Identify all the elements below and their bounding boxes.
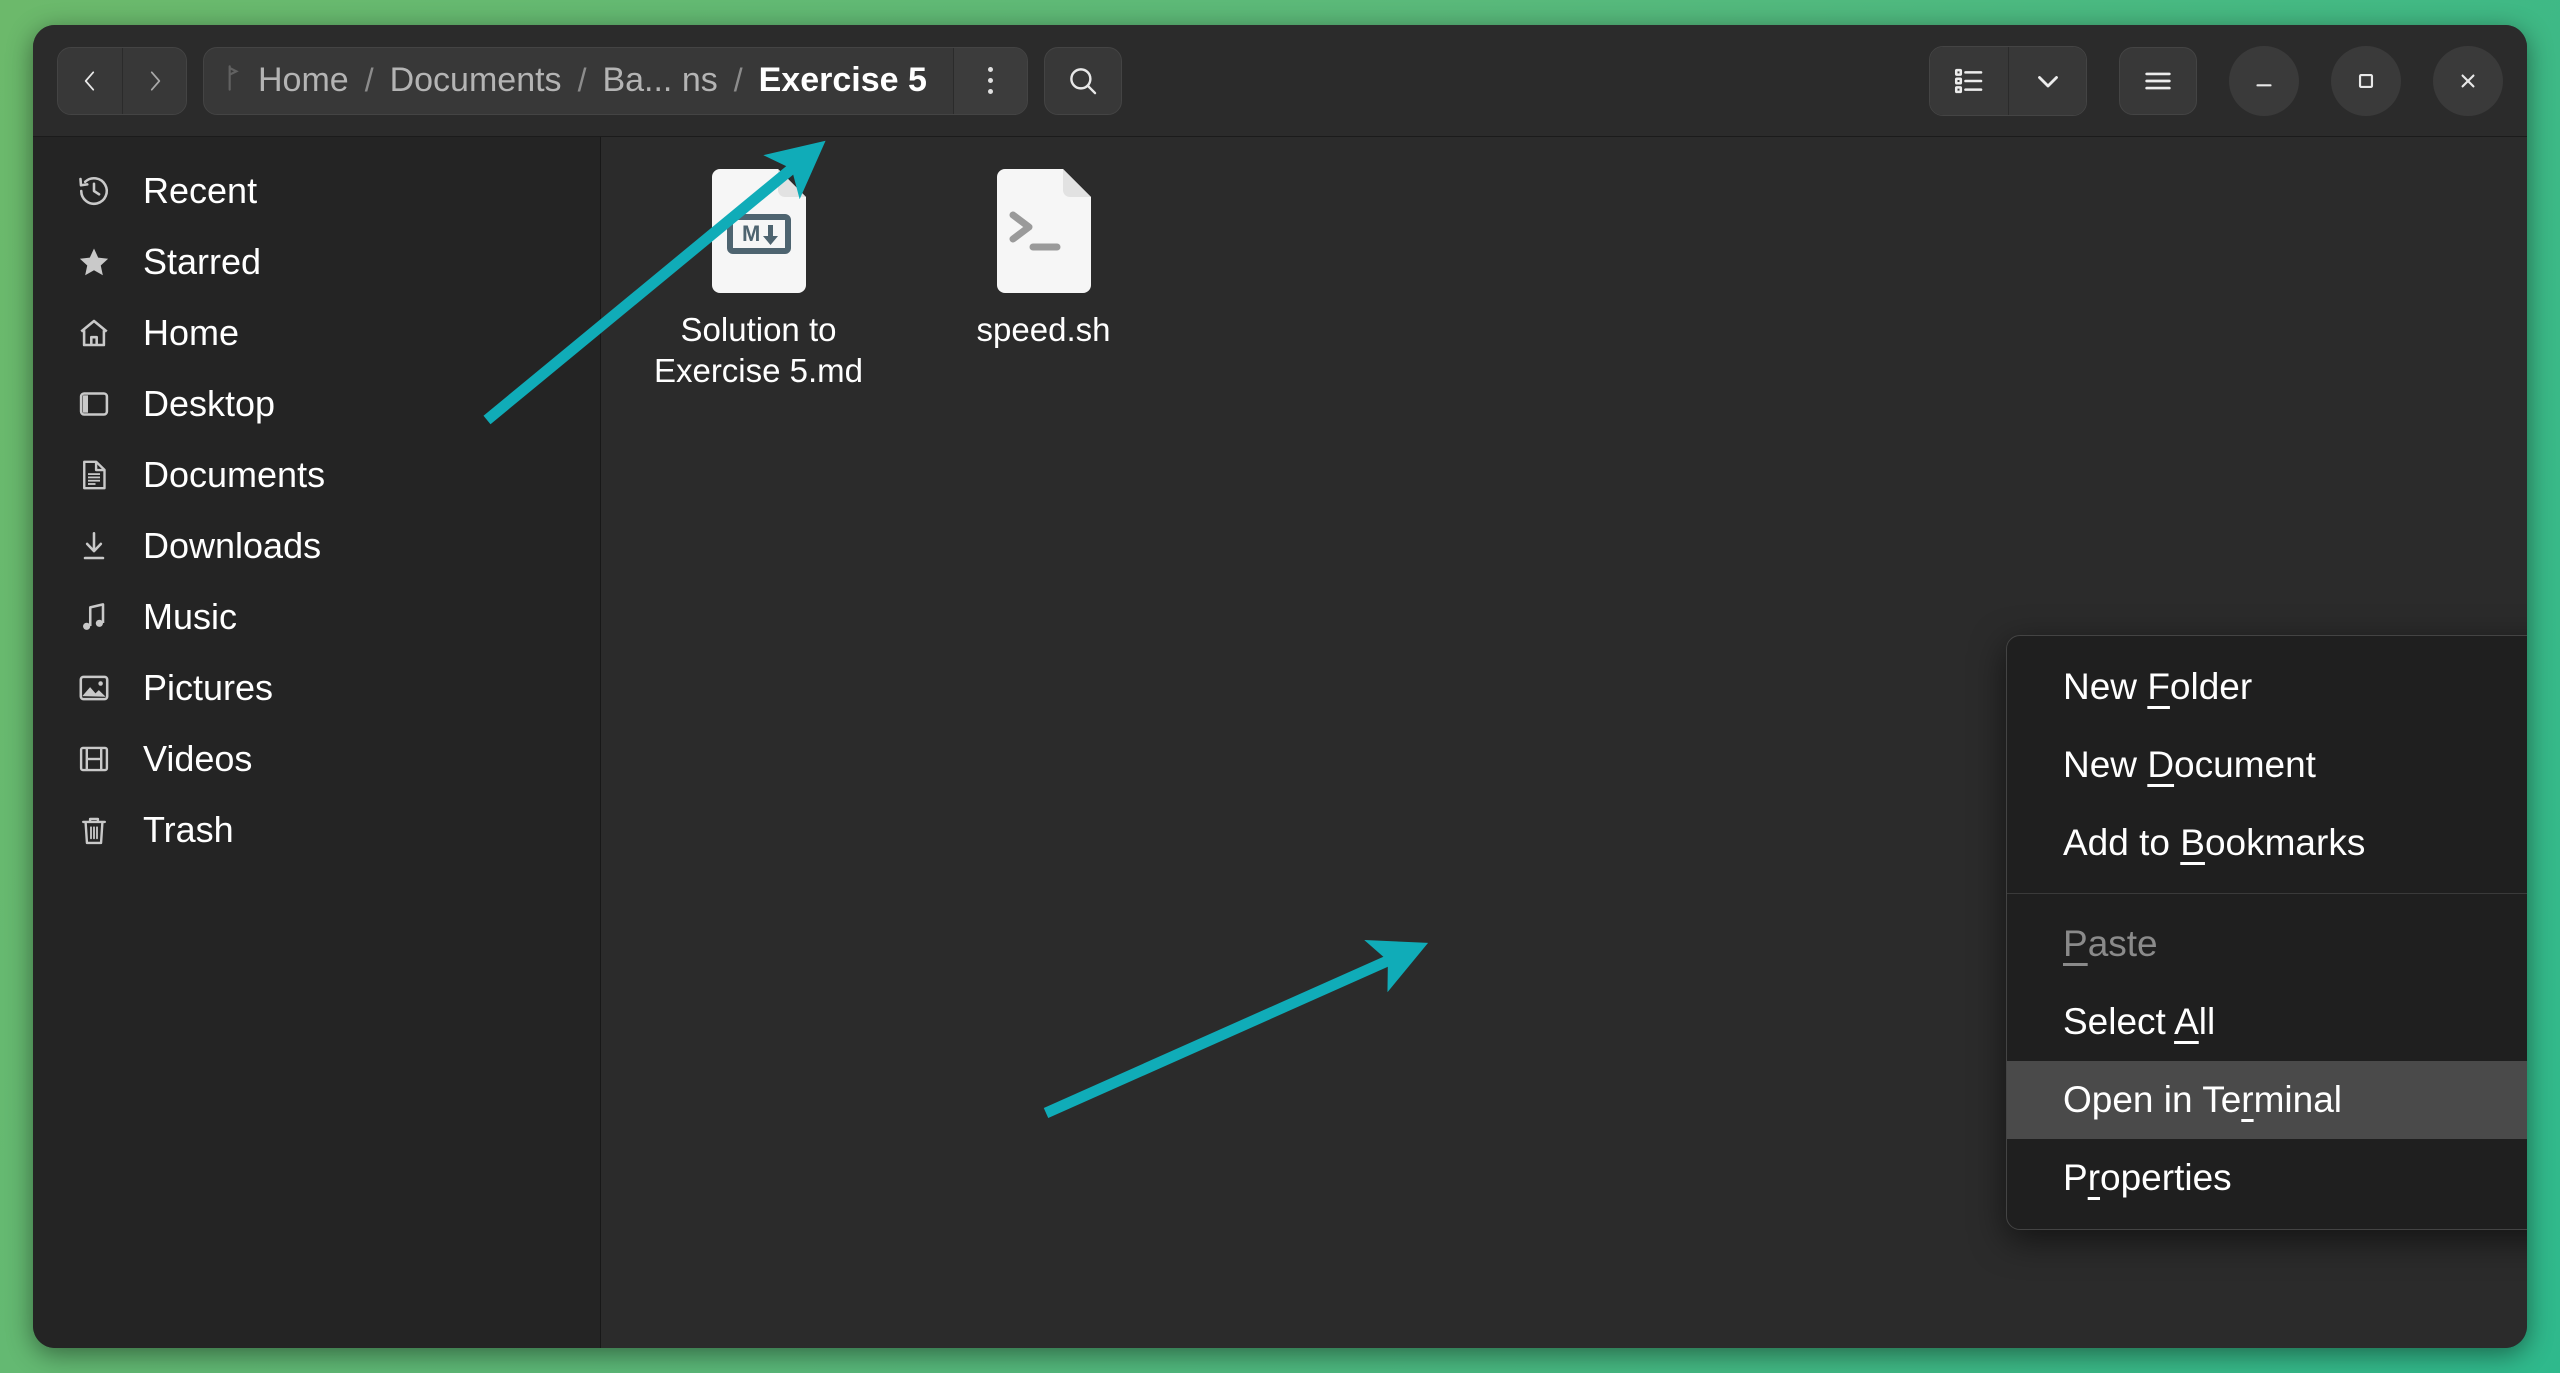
close-button[interactable]	[2433, 45, 2503, 116]
menu-item-new-folder[interactable]: New Folder Shift+Ctrl+N	[2007, 648, 2527, 726]
view-list-button[interactable]	[1930, 46, 2008, 115]
back-button[interactable]	[58, 47, 122, 114]
sidebar-item-music[interactable]: Music	[33, 581, 600, 652]
menu-item-label: Add to Bookmarks	[2063, 822, 2366, 863]
shell-script-file-icon	[989, 167, 1099, 295]
sidebar-item-label: Home	[143, 311, 240, 353]
menu-item-label: Properties	[2063, 1157, 2232, 1198]
sidebar-item-label: Pictures	[143, 666, 274, 708]
breadcrumb-current[interactable]: Exercise 5	[755, 61, 931, 100]
context-menu-group-create: New Folder Shift+Ctrl+N New Document › A…	[2007, 646, 2527, 884]
header-bar: Home / Documents / Ba... ns / Exercise 5	[33, 25, 2527, 137]
navigation-buttons	[57, 46, 187, 115]
download-arrow-icon	[75, 527, 113, 565]
sidebar-item-label: Recent	[143, 169, 258, 211]
menu-item-label: Open in Terminal	[2063, 1079, 2343, 1120]
window-body: Recent Starred Home Desktop Documents Do…	[33, 137, 2527, 1348]
breadcrumb-item-home[interactable]: Home	[254, 61, 353, 100]
close-icon	[2461, 74, 2475, 87]
sidebar: Recent Starred Home Desktop Documents Do…	[33, 137, 601, 1348]
dots-vertical-icon	[987, 67, 993, 94]
music-note-icon	[75, 598, 113, 636]
menu-item-label: New Document	[2063, 744, 2316, 785]
markdown-file-icon: M	[704, 167, 814, 295]
sidebar-item-label: Starred	[143, 240, 262, 282]
minimize-icon	[2256, 83, 2272, 86]
menu-item-select-all[interactable]: Select All Ctrl+A	[2007, 983, 2527, 1061]
menu-item-properties[interactable]: Properties	[2007, 1139, 2527, 1217]
forward-button[interactable]	[122, 47, 186, 114]
menu-item-new-document[interactable]: New Document ›	[2007, 726, 2527, 804]
file-name-label: Solution to Exercise 5.md	[653, 311, 864, 390]
breadcrumb-separator: /	[577, 62, 587, 98]
chevron-down-icon	[2037, 75, 2058, 87]
maximize-button[interactable]	[2331, 45, 2401, 116]
chevron-right-icon	[150, 70, 160, 91]
house-icon	[75, 314, 113, 352]
chevron-left-icon	[84, 70, 95, 91]
menu-item-label: Paste	[2063, 923, 2158, 964]
menu-item-label: New Folder	[2063, 666, 2253, 707]
sidebar-item-videos[interactable]: Videos	[33, 723, 600, 794]
document-icon	[75, 456, 113, 494]
breadcrumb-item-documents[interactable]: Documents	[386, 61, 566, 100]
sidebar-item-label: Downloads	[143, 524, 322, 566]
file-item-markdown[interactable]: M Solution to Exercise 5.md	[641, 167, 876, 392]
breadcrumb-separator: /	[364, 62, 374, 98]
home-root-icon	[222, 63, 244, 98]
breadcrumb-pathbar: Home / Documents / Ba... ns / Exercise 5	[203, 46, 1028, 115]
picture-icon	[75, 669, 113, 707]
hamburger-menu-icon	[2145, 72, 2171, 89]
file-grid-area[interactable]: M Solution to Exercise 5.md speed.sh New…	[601, 137, 2527, 1348]
sidebar-item-label: Desktop	[143, 382, 276, 424]
breadcrumb-separator: /	[733, 62, 743, 98]
file-item-shell-script[interactable]: speed.sh	[926, 167, 1161, 350]
file-name-label: speed.sh	[976, 311, 1111, 348]
menu-item-add-to-bookmarks[interactable]: Add to Bookmarks Ctrl+D	[2007, 804, 2527, 882]
view-controls	[1929, 45, 2087, 116]
search-icon	[1070, 67, 1097, 94]
context-menu-group-edit: Paste Select All Ctrl+A Open in Terminal…	[2007, 903, 2527, 1219]
sidebar-item-starred[interactable]: Starred	[33, 226, 600, 297]
maximize-icon	[2358, 73, 2374, 88]
star-icon	[75, 243, 113, 281]
view-options-button[interactable]	[2008, 46, 2086, 115]
menu-separator	[2007, 893, 2527, 894]
clock-history-icon	[75, 172, 113, 210]
sidebar-item-label: Trash	[143, 808, 234, 850]
list-view-icon	[1954, 68, 1983, 93]
sidebar-item-downloads[interactable]: Downloads	[33, 510, 600, 581]
desktop-icon	[75, 385, 113, 423]
sidebar-item-documents[interactable]: Documents	[33, 439, 600, 510]
sidebar-item-label: Documents	[143, 453, 326, 495]
breadcrumb-item-truncated[interactable]: Ba... ns	[598, 61, 721, 100]
film-strip-icon	[75, 740, 113, 778]
sidebar-item-desktop[interactable]: Desktop	[33, 368, 600, 439]
menu-item-paste: Paste	[2007, 905, 2527, 983]
minimize-button[interactable]	[2229, 45, 2299, 116]
sidebar-item-label: Videos	[143, 737, 253, 779]
sidebar-item-recent[interactable]: Recent	[33, 155, 600, 226]
main-menu-button[interactable]	[2119, 46, 2197, 115]
breadcrumb: Home / Documents / Ba... ns / Exercise 5	[204, 48, 953, 114]
svg-text:M: M	[742, 221, 760, 246]
file-grid: M Solution to Exercise 5.md speed.sh	[641, 167, 2527, 392]
trash-icon	[75, 811, 113, 849]
sidebar-item-home[interactable]: Home	[33, 297, 600, 368]
file-manager-window: Home / Documents / Ba... ns / Exercise 5	[33, 25, 2527, 1348]
sidebar-item-pictures[interactable]: Pictures	[33, 652, 600, 723]
sidebar-item-label: Music	[143, 595, 238, 637]
path-menu-button[interactable]	[952, 47, 1027, 114]
menu-item-open-in-terminal[interactable]: Open in Terminal	[2007, 1061, 2527, 1139]
menu-item-label: Select All	[2063, 1001, 2216, 1042]
sidebar-item-trash[interactable]: Trash	[33, 794, 600, 865]
search-button[interactable]	[1043, 46, 1122, 115]
context-menu: New Folder Shift+Ctrl+N New Document › A…	[2006, 635, 2527, 1230]
